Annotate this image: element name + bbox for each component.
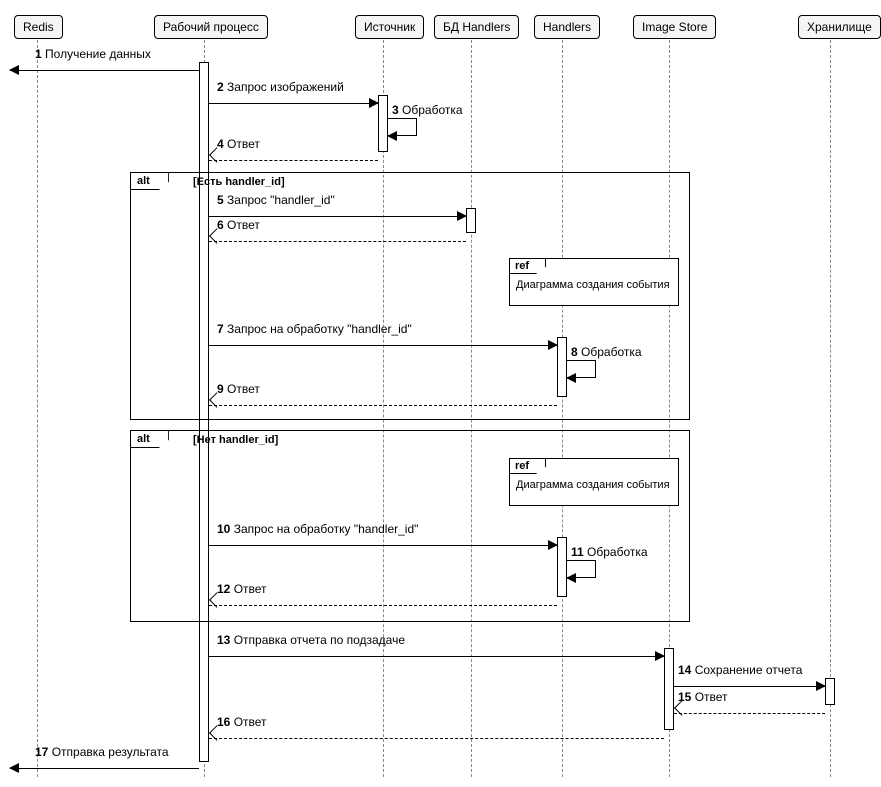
msg-7: 7 Запрос на обработку "handler_id" [209,337,557,355]
msg-text: Запрос изображений [227,80,344,94]
msg-text: Обработка [587,545,648,559]
activation-handlers-2 [557,537,567,597]
participant-handlers-db: БД Handlers [434,15,519,39]
participant-image-store: Image Store [633,15,716,39]
frame-ref1: ref Диаграмма создания события [509,258,679,306]
msg-num: 10 [217,522,230,536]
activation-source [378,95,388,152]
msg-num: 13 [217,633,230,647]
msg-17: 17 Отправка результата [10,760,199,778]
frame-tag-ref: ref [509,258,546,274]
msg-num: 7 [217,322,224,336]
frame-guard: [Есть handler_id] [193,176,285,188]
msg-num: 1 [35,47,42,61]
msg-text: Обработка [402,103,463,117]
msg-6: 6 Ответ [209,233,466,251]
msg-text: Запрос на обработку "handler_id" [227,322,412,336]
participant-source: Источник [355,15,424,39]
participant-handlers: Handlers [534,15,600,39]
msg-text: Ответ [234,715,267,729]
participant-label: Handlers [543,20,591,34]
msg-num: 14 [678,663,691,677]
msg-16: 16 Ответ [209,730,664,748]
lifeline-storage [830,40,831,777]
msg-13: 13 Отправка отчета по подзадаче [209,648,664,666]
msg-text: Ответ [227,382,260,396]
msg-text: Сохранение отчета [695,663,803,677]
msg-text: Отправка отчета по подзадаче [234,633,405,647]
msg-12: 12 Ответ [209,597,557,615]
msg-3: 3 Обработка [388,118,417,136]
frame-guard: [Нет handler_id] [193,434,278,446]
participant-storage: Хранилище [798,15,881,39]
msg-2: 2 Запрос изображений [209,95,378,113]
msg-9: 9 Ответ [209,397,557,415]
activation-handlers-1 [557,337,567,397]
msg-text: Получение данных [45,47,151,61]
msg-10: 10 Запрос на обработку "handler_id" [209,537,557,555]
participant-label: БД Handlers [443,20,510,34]
msg-num: 17 [35,745,48,759]
participant-label: Хранилище [807,20,872,34]
msg-text: Запрос на обработку "handler_id" [234,522,419,536]
msg-text: Отправка результата [52,745,169,759]
frame-ref2: ref Диаграмма создания события [509,458,679,506]
msg-num: 2 [217,80,224,94]
activation-image-store [664,648,674,730]
participant-redis: Redis [14,15,63,39]
msg-11: 11 Обработка [567,560,596,578]
frame-tag-alt: alt [130,430,169,448]
frame-tag-alt: alt [130,172,169,190]
msg-text: Ответ [234,582,267,596]
msg-num: 8 [571,345,578,359]
activation-handlers-db [466,208,476,233]
msg-num: 11 [571,545,584,559]
activation-storage [825,678,835,705]
msg-text: Ответ [227,137,260,151]
msg-text: Запрос "handler_id" [227,193,335,207]
msg-4: 4 Ответ [209,152,378,170]
msg-num: 5 [217,193,224,207]
participant-worker: Рабочий процесс [154,15,268,39]
msg-text: Обработка [581,345,642,359]
msg-15: 15 Ответ [674,705,825,723]
lifeline-redis [37,40,38,777]
ref-text: Диаграмма создания события [516,479,672,491]
participant-label: Рабочий процесс [163,20,259,34]
msg-num: 3 [392,103,399,117]
frame-tag-ref: ref [509,458,546,474]
msg-text: Ответ [695,690,728,704]
participant-label: Image Store [642,20,707,34]
ref-text: Диаграмма создания события [516,279,672,291]
participant-label: Redis [23,20,54,34]
msg-8: 8 Обработка [567,360,596,378]
msg-1: 1 Получение данных [10,62,199,80]
participant-label: Источник [364,20,415,34]
msg-text: Ответ [227,218,260,232]
